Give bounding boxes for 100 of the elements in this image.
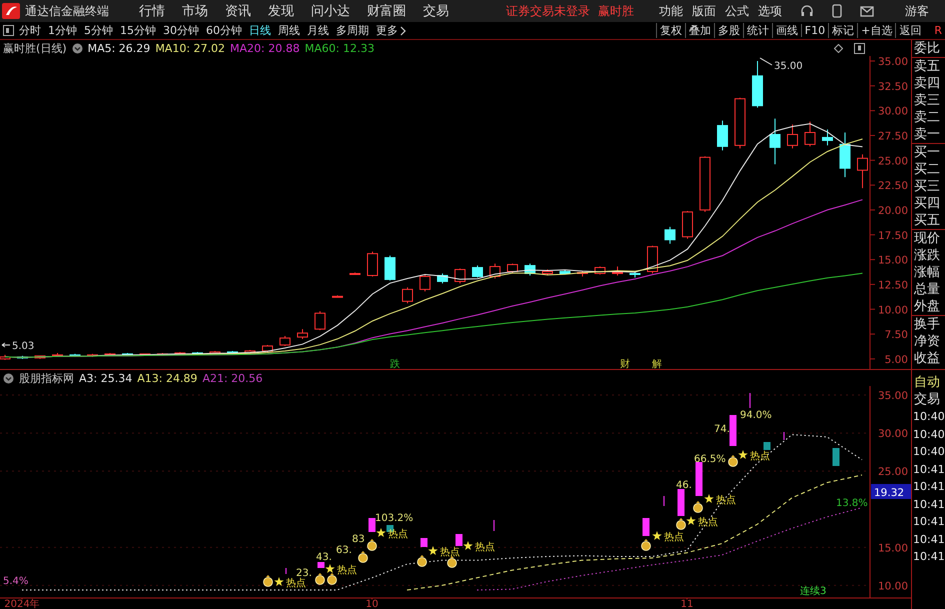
- hot-point-label: 热点: [664, 532, 684, 543]
- candlestick: [734, 97, 746, 149]
- app-name: 通达信金融终端: [25, 2, 109, 20]
- trade-time: 10:40: [912, 444, 945, 460]
- corner-mark[interactable]: R: [934, 24, 942, 37]
- panel-toggle-icon[interactable]: [3, 25, 14, 36]
- event-mark[interactable]: 解: [652, 359, 662, 369]
- menu-item[interactable]: 交易: [423, 2, 449, 20]
- star-icon: [325, 564, 335, 573]
- axis-label: 15.00: [878, 254, 908, 267]
- candlestick: [384, 255, 396, 281]
- event-mark[interactable]: 跌: [390, 359, 400, 369]
- menu-item[interactable]: 行情: [139, 2, 165, 20]
- date-label: 10: [366, 599, 378, 609]
- candlestick: [822, 129, 833, 146]
- money-bag-icon: [417, 555, 427, 567]
- candlestick: [752, 60, 763, 108]
- tool-button[interactable]: 返回: [895, 23, 924, 38]
- period-tab[interactable]: 更多: [376, 23, 398, 38]
- candlestick: [34, 355, 46, 360]
- gain-label: 43.: [316, 552, 332, 563]
- indicator-bar: [642, 518, 650, 536]
- hot-point-label: 热点: [337, 565, 357, 576]
- event-mark[interactable]: 财: [620, 359, 630, 369]
- candlestick: [664, 226, 676, 244]
- headset-icon[interactable]: [800, 4, 814, 18]
- period-tab[interactable]: 分时: [19, 23, 41, 38]
- stock-name: 赢时胜: [598, 2, 634, 20]
- period-tab[interactable]: 1分钟: [48, 23, 77, 38]
- window-icon[interactable]: [854, 42, 865, 54]
- period-tab[interactable]: 30分钟: [163, 23, 199, 38]
- indicator-value: MA5: 26.29: [88, 42, 150, 54]
- chevron-right-icon[interactable]: [400, 26, 406, 36]
- tool-button[interactable]: 多股: [714, 23, 743, 38]
- axis-label: 27.50: [878, 130, 908, 142]
- period-tab[interactable]: 多周期: [336, 23, 369, 38]
- quote-field-label: 总量: [913, 281, 941, 298]
- period-tab[interactable]: 15分钟: [120, 23, 156, 38]
- diamond-icon[interactable]: [834, 44, 843, 52]
- money-bag-icon: [367, 539, 377, 551]
- indicator-bar: [696, 462, 702, 496]
- menu-item[interactable]: 选项: [758, 2, 782, 20]
- axis-label: 15.00: [878, 542, 908, 554]
- tool-button[interactable]: F10: [800, 24, 828, 37]
- trade-time: 10:41: [912, 496, 945, 512]
- axis-label: 5.00: [884, 354, 908, 366]
- dropdown-icon[interactable]: [3, 372, 14, 384]
- quote-field-label: 涨跌: [913, 247, 941, 264]
- quote-field-label: 买一: [913, 144, 941, 161]
- candlestick: [454, 268, 466, 284]
- menu-item[interactable]: 问小达: [311, 2, 350, 20]
- candlestick: [87, 353, 98, 358]
- gain-label: 13.8%: [836, 498, 868, 509]
- tool-button[interactable]: 复权: [656, 23, 685, 38]
- period-tab[interactable]: 月线: [307, 23, 329, 38]
- quote-field-label: 净资: [913, 333, 941, 350]
- mail-icon[interactable]: [860, 6, 874, 16]
- indicator-bar: [678, 489, 684, 516]
- menu-item[interactable]: 市场: [182, 2, 208, 20]
- candlestick: [717, 120, 728, 151]
- gain-label: 103.2%: [375, 513, 414, 524]
- menu-item[interactable]: 功能: [659, 2, 683, 20]
- period-tab[interactable]: 5分钟: [84, 23, 113, 38]
- candlestick: [262, 344, 273, 352]
- menu-item[interactable]: 资讯: [225, 2, 251, 20]
- user-label[interactable]: 游客: [905, 2, 929, 20]
- phone-icon[interactable]: [832, 4, 842, 18]
- menu-item[interactable]: 公式: [725, 2, 749, 20]
- tool-button[interactable]: 叠加: [684, 23, 714, 38]
- candlestick: [647, 245, 658, 274]
- tool-button[interactable]: 统计: [742, 23, 772, 38]
- login-notice[interactable]: 证券交易未登录: [506, 2, 590, 20]
- chart-title: 赢时胜(日线): [3, 40, 67, 56]
- quote-field-label: 卖二: [913, 109, 941, 126]
- indicator-bar: [368, 518, 376, 532]
- hot-point-label: 热点: [440, 547, 460, 558]
- hot-point-label: 热点: [698, 517, 718, 528]
- candlestick: [804, 121, 816, 147]
- period-tab[interactable]: 周线: [278, 23, 300, 38]
- menu-item[interactable]: 发现: [268, 2, 294, 20]
- tool-button[interactable]: +自选: [857, 23, 896, 38]
- candlestick: [140, 353, 150, 356]
- money-bag-icon: [641, 539, 651, 551]
- quote-field-label: 卖五: [913, 58, 941, 75]
- menu-item[interactable]: 版面: [692, 2, 716, 20]
- tool-button[interactable]: 标记: [828, 23, 858, 38]
- dropdown-icon[interactable]: [72, 42, 83, 54]
- money-bag-icon: [447, 556, 457, 568]
- axis-label: 12.50: [878, 279, 908, 292]
- axis-label: 10.00: [878, 580, 908, 592]
- money-bag-icon: [693, 501, 703, 513]
- quote-field-label: 卖三: [913, 92, 941, 109]
- menu-item[interactable]: 财富圈: [367, 2, 406, 20]
- mode-label[interactable]: 自动: [912, 374, 945, 391]
- period-tab[interactable]: 日线: [249, 23, 271, 38]
- candlestick: [437, 273, 448, 284]
- trade-time: 10:41: [912, 462, 945, 478]
- tool-button[interactable]: 画线: [772, 23, 801, 38]
- indicator-value: MA20: 20.88: [230, 42, 300, 54]
- period-tab[interactable]: 60分钟: [206, 23, 242, 38]
